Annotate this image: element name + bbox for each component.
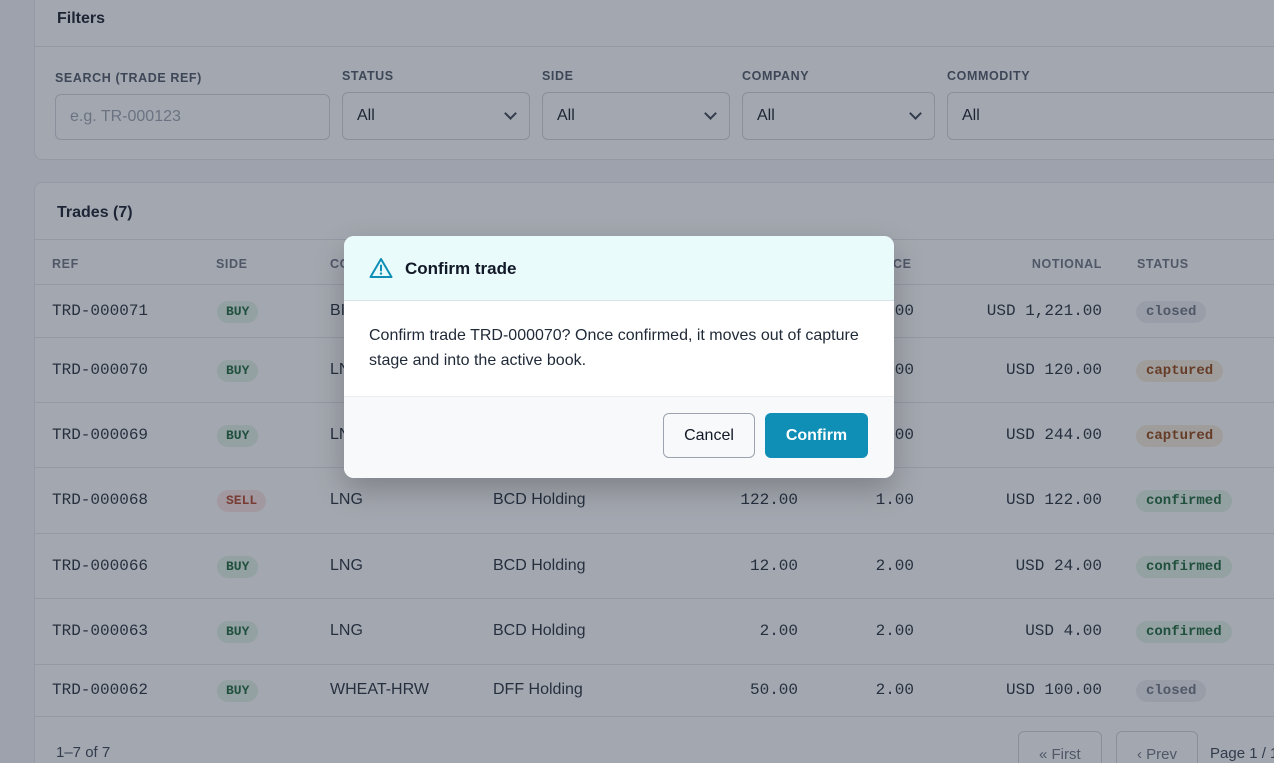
confirm-button[interactable]: Confirm — [765, 413, 868, 458]
cancel-button[interactable]: Cancel — [663, 413, 755, 458]
confirm-trade-dialog: Confirm trade Confirm trade TRD-000070? … — [344, 236, 894, 478]
dialog-message: Confirm trade TRD-000070? Once confirmed… — [369, 327, 859, 369]
dialog-footer: Cancel Confirm — [344, 396, 894, 478]
warning-triangle-icon — [369, 258, 393, 278]
dialog-title: Confirm trade — [405, 259, 517, 278]
dialog-header: Confirm trade — [344, 236, 894, 301]
